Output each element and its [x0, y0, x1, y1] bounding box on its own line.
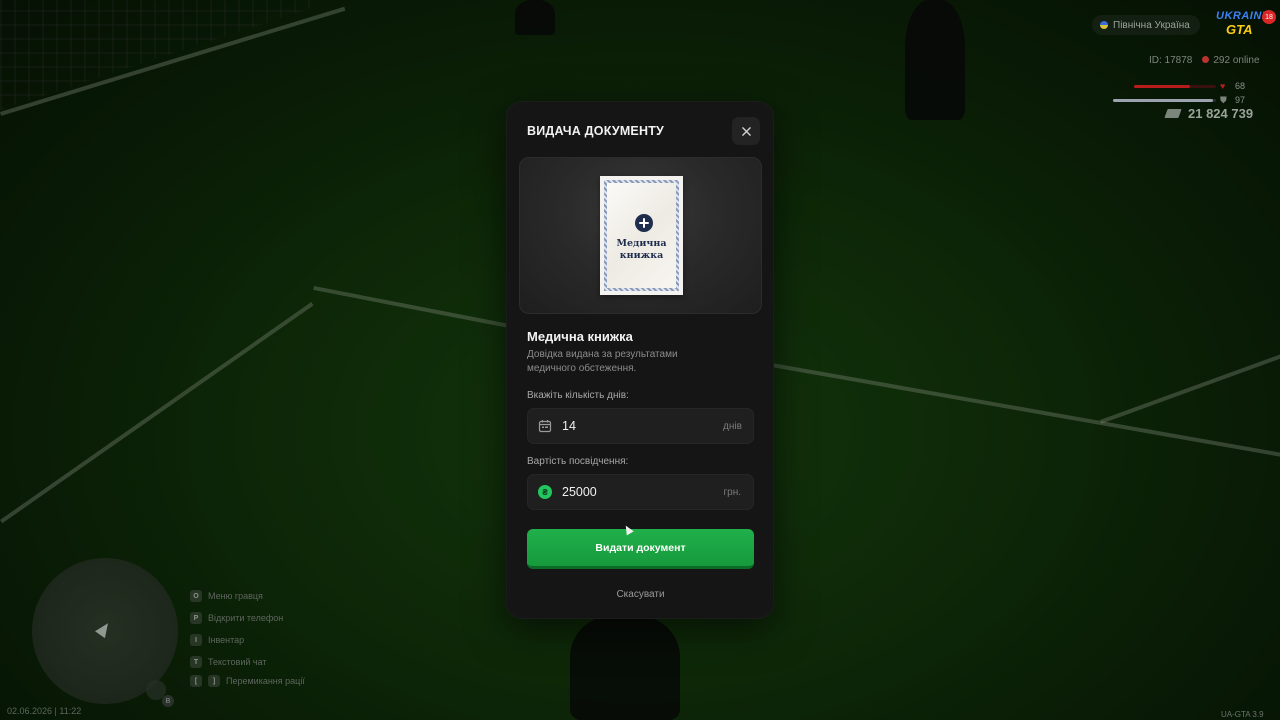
heart-icon: ♥ — [1220, 81, 1226, 91]
player-id: ID: 17878 — [1149, 55, 1193, 66]
money-amount: 21 824 739 — [1188, 106, 1254, 121]
health-bar-fill — [1134, 85, 1190, 88]
age-rating-badge: 18 — [1262, 10, 1276, 24]
hint-key: O — [190, 590, 202, 602]
document-preview: Медична книжка — [519, 157, 762, 314]
issue-document-modal: ВИДАЧА ДОКУМЕНТУ Медична книжка Медична … — [506, 101, 774, 619]
coin-symbol: ₴ — [538, 485, 552, 499]
days-label: Вкажіть кількість днів: — [527, 390, 629, 401]
modal-title: ВИДАЧА ДОКУМЕНТУ — [527, 124, 665, 138]
player-silhouette — [515, 0, 555, 35]
field-line — [0, 6, 346, 116]
document-description: Довідка видана за результатами медичного… — [527, 349, 678, 374]
health-value: 68 — [1235, 81, 1246, 91]
hint-text-chat: T Текстовий чат — [190, 656, 267, 668]
hint-label: Відкрити телефон — [208, 613, 284, 623]
ukraine-flag-icon — [1100, 21, 1108, 29]
player-silhouette — [570, 615, 680, 720]
game-version: UA-GTA 3.9 — [1221, 710, 1264, 719]
hint-label: Текстовий чат — [208, 657, 267, 667]
mic-key: B — [162, 695, 174, 707]
close-button[interactable] — [732, 117, 760, 145]
hint-label: Меню гравця — [208, 591, 263, 601]
field-line — [1100, 351, 1280, 424]
online-count: 292 online — [1202, 55, 1260, 66]
armor-bar-track — [1113, 99, 1216, 102]
online-dot-icon — [1202, 56, 1210, 63]
medical-book-card: Медична книжка — [600, 176, 683, 295]
hint-key: ] — [208, 675, 220, 687]
cash-icon — [1164, 109, 1182, 118]
hint-key: I — [190, 634, 202, 646]
hint-key: P — [190, 612, 202, 624]
goal-net — [0, 0, 320, 110]
player-silhouette — [905, 0, 965, 120]
cost-input[interactable] — [562, 485, 724, 499]
calendar-icon — [538, 419, 552, 433]
field-line — [313, 286, 511, 329]
hint-player-menu: O Меню гравця — [190, 590, 263, 602]
hint-key: [ — [190, 675, 202, 687]
days-input[interactable] — [562, 419, 723, 433]
issue-document-button[interactable]: Видати документ — [527, 529, 754, 569]
server-badge: Північна Україна — [1092, 15, 1200, 35]
hint-radio-switch: [ ] Перемикання рації — [190, 675, 305, 687]
hint-key: T — [190, 656, 202, 668]
date-time: 02.06.2026 | 11:22 — [7, 706, 82, 716]
cost-label: Вартість посвідчення: — [527, 456, 629, 467]
money-display: 21 824 739 — [1164, 106, 1254, 121]
hint-label: Інвентар — [208, 635, 245, 645]
field-line — [771, 363, 1280, 458]
player-info: ID: 17878 292 online — [1149, 55, 1260, 66]
logo-line2: GTA — [1226, 22, 1253, 37]
online-label: 292 online — [1213, 55, 1260, 66]
hint-open-phone: P Відкрити телефон — [190, 612, 283, 624]
hint-label: Перемикання рації — [226, 676, 305, 686]
days-unit: днів — [723, 420, 742, 432]
document-card-title: Медична книжка — [607, 238, 676, 262]
health-bar-track — [1134, 85, 1216, 88]
cost-unit: грн. — [723, 486, 741, 498]
hint-inventory: I Інвентар — [190, 634, 244, 646]
document-card-line1: Медична — [616, 238, 667, 249]
medical-plus-icon — [635, 214, 653, 232]
cancel-button[interactable]: Скасувати — [527, 584, 754, 604]
close-icon — [741, 126, 751, 136]
field-line — [0, 302, 314, 524]
game-logo: UKRAINE GTA 18 — [1214, 10, 1276, 38]
server-name: Північна Україна — [1113, 19, 1190, 31]
armor-bar-fill — [1113, 99, 1213, 102]
hryvnia-coin-icon: ₴ — [538, 485, 552, 499]
days-field[interactable]: днів — [527, 408, 754, 444]
document-card-line2: книжка — [619, 250, 664, 261]
cost-field[interactable]: ₴ грн. — [527, 474, 754, 510]
armor-value: 97 — [1235, 95, 1246, 105]
document-border: Медична книжка — [604, 180, 679, 291]
document-name: Медична книжка — [527, 329, 633, 344]
shield-icon: ⛊ — [1220, 95, 1227, 105]
